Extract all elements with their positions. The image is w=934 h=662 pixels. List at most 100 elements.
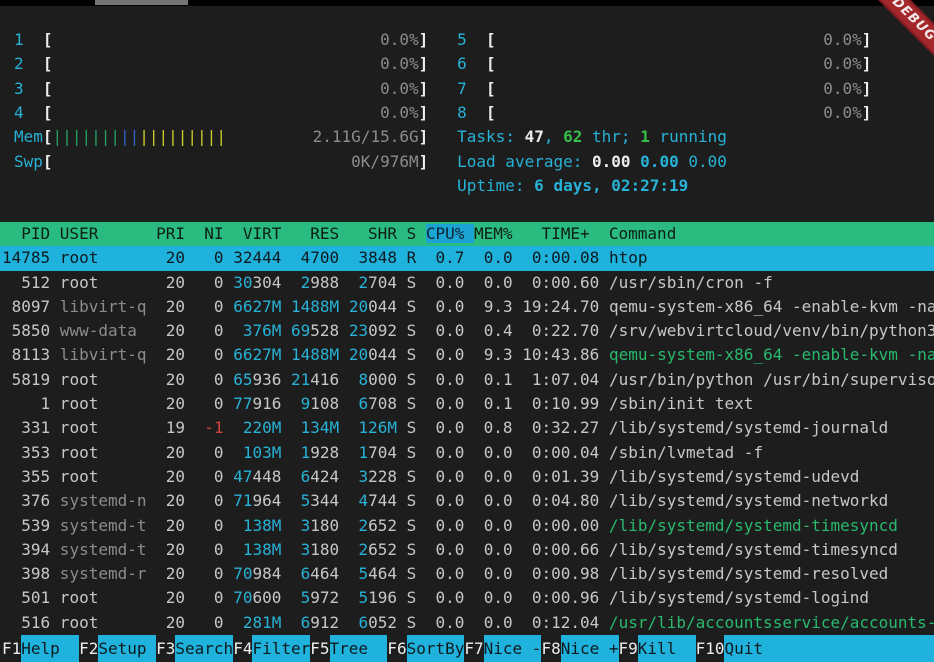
cpu-meter-label: 6 — [457, 54, 486, 73]
cell-pid: 512 — [2, 273, 50, 292]
cell-pid: 355 — [2, 467, 50, 486]
meter-open-bracket: [ — [43, 79, 53, 98]
cell-mem: 9.3 — [464, 297, 512, 316]
cell-res: 3 — [301, 516, 311, 535]
fn-f9-kill-button[interactable]: F9Kill — [619, 635, 696, 662]
cell-virt: 6627M — [233, 297, 281, 316]
tasks-count: 47 — [525, 127, 544, 146]
process-row[interactable]: 8097 libvirt-q 20 0 6627M 1488M 20044 S … — [0, 295, 934, 319]
column-header-user[interactable]: USER — [60, 224, 156, 243]
cell-user: root — [50, 588, 146, 607]
column-header-command[interactable]: Command — [609, 224, 676, 243]
cell-time: 0:00.04 — [513, 443, 600, 462]
fn-key-label: F5 — [310, 635, 329, 662]
fn-key-label: F2 — [79, 635, 98, 662]
load-5min: 0.00 — [640, 152, 679, 171]
window-tab-indicator — [95, 0, 188, 5]
fn-key-label: F7 — [464, 635, 483, 662]
cell-pid: 539 — [2, 516, 50, 535]
cell-command: /lib/systemd/systemd-timesyncd — [599, 540, 898, 559]
column-header-cpu[interactable]: CPU% — [426, 224, 474, 243]
column-header-pid[interactable]: PID — [2, 224, 60, 243]
process-row[interactable]: 8113 libvirt-q 20 0 6627M 1488M 20044 S … — [0, 343, 934, 367]
cpu-meter-5: 5 [ 0.0%] — [457, 30, 871, 49]
meter-close-bracket: ] — [419, 127, 429, 146]
process-row[interactable]: 5850 www-data 20 0 376M 69528 23092 S 0.… — [0, 319, 934, 343]
process-row[interactable]: 355 root 20 0 47448 6424 3228 S 0.0 0.0 … — [0, 465, 934, 489]
process-row[interactable]: 331 root 19 -1 220M 134M 126M S 0.0 0.8 … — [0, 416, 934, 440]
cell-ni: 0 — [185, 370, 224, 389]
memory-meter-value: 2.11G/15.6G — [226, 127, 419, 146]
fn-f2-setup-button[interactable]: F2Setup — [79, 635, 156, 662]
cell-command: /lib/systemd/systemd-journald — [599, 418, 888, 437]
cell-ni: 0 — [185, 613, 224, 632]
process-row[interactable]: 14785 root 20 0 32444 4700 3848 R 0.7 0.… — [0, 246, 934, 270]
fn-f6-sortby-button[interactable]: F6SortBy — [387, 635, 464, 662]
cell-shr: 3 — [358, 248, 368, 267]
cell-pid: 5850 — [2, 321, 50, 340]
cell-cpu: 0.0 — [416, 394, 464, 413]
process-row[interactable]: 398 systemd-r 20 0 70984 6464 5464 S 0.0… — [0, 562, 934, 586]
column-header-s[interactable]: S — [407, 224, 426, 243]
fn-f7-nice--button[interactable]: F7Nice - — [464, 635, 541, 662]
process-row[interactable]: 353 root 20 0 103M 1928 1704 S 0.0 0.0 0… — [0, 441, 934, 465]
column-header-time[interactable]: TIME+ — [522, 224, 609, 243]
fn-f1-help-button[interactable]: F1Help — [2, 635, 79, 662]
cell-res: 69 — [291, 321, 310, 340]
cell-res: 5 — [301, 491, 311, 510]
cell-user: root — [50, 273, 146, 292]
cpu-meter-value: 0.0% — [53, 30, 419, 49]
cpu-meter-value: 0.0% — [496, 54, 862, 73]
fn-action-label: Filter — [252, 635, 310, 662]
cell-virt: 376M — [243, 321, 282, 340]
column-header-shr[interactable]: SHR — [349, 224, 407, 243]
fn-f8-nice--button[interactable]: F8Nice + — [541, 635, 618, 662]
cell-shr: 2 — [358, 273, 368, 292]
process-row[interactable]: 512 root 20 0 30304 2988 2704 S 0.0 0.0 … — [0, 271, 934, 295]
column-header-ni[interactable]: NI — [195, 224, 234, 243]
cell-virt: 32 — [233, 248, 252, 267]
fn-f10-quit-button[interactable]: F10Quit — [696, 635, 783, 662]
cell-cpu: 0.0 — [416, 467, 464, 486]
fn-f5-tree-button[interactable]: F5Tree — [310, 635, 387, 662]
process-row[interactable]: 394 systemd-t 20 0 138M 3180 2652 S 0.0 … — [0, 538, 934, 562]
load-15min: 0.00 — [688, 152, 727, 171]
process-row[interactable]: 516 root 20 0 281M 6912 6052 S 0.0 0.0 0… — [0, 611, 934, 635]
cell-command: /sbin/lvmetad -f — [599, 443, 763, 462]
cell-user: systemd-t — [50, 516, 146, 535]
meter-open-bracket: [ — [43, 152, 53, 171]
process-row[interactable]: 501 root 20 0 70600 5972 5196 S 0.0 0.0 … — [0, 586, 934, 610]
cell-virt: 6627M — [233, 345, 281, 364]
cell-command: /lib/systemd/systemd-udevd — [599, 467, 859, 486]
tasks-summary: Tasks: 47, 62 thr; 1 running — [457, 127, 727, 146]
cell-mem: 0.0 — [464, 564, 512, 583]
column-header-res[interactable]: RES — [291, 224, 349, 243]
cell-pid: 353 — [2, 443, 50, 462]
cell-res: 6 — [301, 564, 311, 583]
meter-close-bracket: ] — [419, 54, 429, 73]
cell-cpu: 0.0 — [416, 345, 464, 364]
cell-state: S — [397, 540, 416, 559]
process-row[interactable]: 539 systemd-t 20 0 138M 3180 2652 S 0.0 … — [0, 514, 934, 538]
meter-open-bracket: [ — [43, 30, 53, 49]
meter-close-bracket: ] — [862, 79, 872, 98]
cpu-meter-7: 7 [ 0.0%] — [457, 79, 871, 98]
column-header-pri[interactable]: PRI — [156, 224, 195, 243]
meter-close-bracket: ] — [862, 103, 872, 122]
meters-panel: 1 [ 0.0%] 5 [ 0.0%]2 [ 0.0%] 6 [ 0.0%]3 … — [14, 28, 871, 198]
cell-mem: 0.0 — [464, 491, 512, 510]
process-row[interactable]: 5819 root 20 0 65936 21416 8000 S 0.0 0.… — [0, 368, 934, 392]
column-header-virt[interactable]: VIRT — [233, 224, 291, 243]
column-header-mem[interactable]: MEM% — [474, 224, 522, 243]
memory-meter: Mem[|||||||||||||||||| 2.11G/15.6G] — [14, 127, 428, 146]
cell-command: /lib/systemd/systemd-resolved — [599, 564, 888, 583]
cell-cpu: 0.0 — [416, 540, 464, 559]
process-row[interactable]: 1 root 20 0 77916 9108 6708 S 0.0 0.1 0:… — [0, 392, 934, 416]
cell-state: S — [397, 297, 416, 316]
process-row[interactable]: 376 systemd-n 20 0 71964 5344 4744 S 0.0… — [0, 489, 934, 513]
cell-time: 10:43.86 — [513, 345, 600, 364]
cell-ni: 0 — [185, 564, 224, 583]
cell-time: 0:00.66 — [513, 540, 600, 559]
fn-f3-search-button[interactable]: F3Search — [156, 635, 233, 662]
fn-f4-filter-button[interactable]: F4Filter — [233, 635, 310, 662]
